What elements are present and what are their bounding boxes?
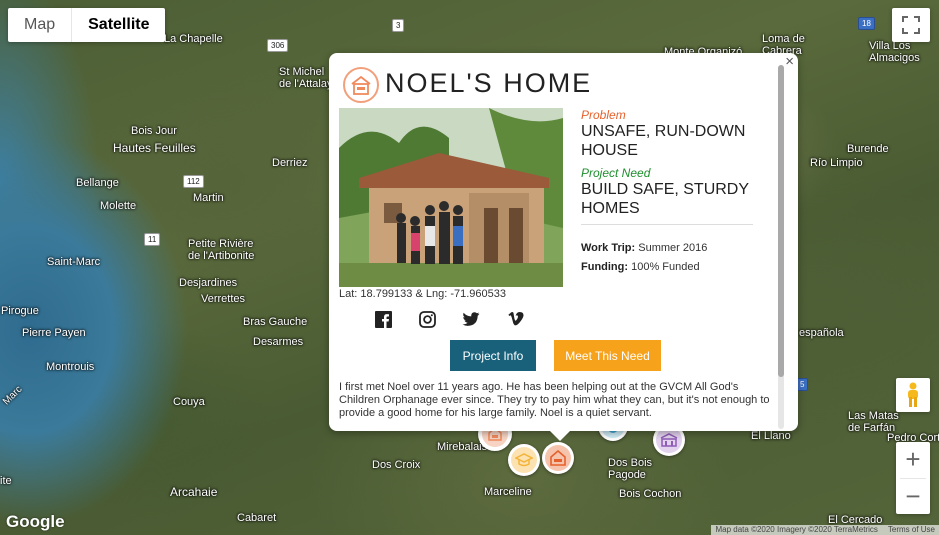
place-label-text: Villa Los Almacigos — [869, 40, 920, 64]
project-info-button[interactable]: Project Info — [450, 340, 536, 371]
social-links — [374, 310, 524, 328]
project-title: NOEL'S HOME — [385, 68, 593, 98]
project-description: I first met Noel over 11 years ago. He h… — [339, 381, 770, 419]
school-marker[interactable] — [508, 444, 540, 476]
road-shield: 18 — [858, 17, 875, 30]
place-label: Marc — [1, 383, 25, 408]
twitter-icon[interactable] — [462, 310, 480, 328]
road-shield: 112 — [183, 175, 204, 188]
divider — [581, 224, 753, 225]
need-text: BUILD SAFE, STURDY HOMES — [581, 181, 749, 217]
facebook-icon[interactable] — [374, 310, 392, 328]
place-label: Cabaret — [237, 512, 277, 524]
place-label: Bras Gauche — [243, 316, 308, 328]
place-label: Arcahaie — [170, 485, 218, 499]
road-shield: 11 — [144, 233, 161, 246]
place-label: El Llano — [751, 430, 791, 442]
place-label-text: Petite Rivière de l'Artibonite — [188, 238, 255, 262]
google-logo: Google — [6, 512, 65, 531]
map-attribution: Map data ©2020 Imagery ©2020 TerraMetric… — [711, 525, 939, 535]
zoom-in-button[interactable]: + — [896, 442, 930, 478]
zoom-control: + − — [896, 442, 930, 514]
place-label: Couya — [173, 396, 205, 408]
project-info-window: × NOEL'S HOME Lat: 18.799133 & Lng: -71.… — [329, 53, 798, 441]
vimeo-icon[interactable] — [506, 310, 524, 328]
place-label: Pirogue — [1, 305, 39, 317]
place-label: La Chapelle — [164, 33, 223, 45]
place-label-text: Dos Bois Pagode — [608, 457, 653, 481]
problem-text: UNSAFE, RUN-DOWN HOUSE — [581, 123, 746, 159]
home-icon — [343, 67, 379, 103]
work-trip-value: Summer 2016 — [638, 242, 708, 254]
place-label: Las Matas de Farfán — [848, 410, 899, 434]
place-label: Dos Croix — [372, 459, 421, 471]
fullscreen-icon — [902, 16, 920, 34]
work-trip: Work Trip: Summer 2016 — [581, 239, 753, 258]
map-button[interactable]: Map — [8, 8, 71, 42]
home-marker-active[interactable] — [542, 442, 574, 474]
home-icon — [545, 445, 571, 471]
problem-label: Problem — [581, 108, 626, 122]
place-label: Marceline — [484, 486, 532, 498]
place-label-text: Las Matas de Farfán — [848, 410, 899, 434]
map-type-control: Map Satellite — [8, 8, 166, 42]
place-label: Bellange — [76, 177, 119, 189]
place-label: Pierre Payen — [22, 327, 86, 339]
place-label: Hautes Feuilles — [113, 141, 196, 155]
place-label: Dos Bois Pagode — [608, 457, 652, 481]
map-data-attribution: Map data ©2020 Imagery ©2020 TerraMetric… — [715, 525, 878, 534]
place-label: española — [799, 327, 844, 339]
place-label: ite — [0, 475, 12, 487]
place-label: Río Limpio — [810, 157, 863, 169]
place-label: Villa Los Almacigos — [869, 40, 920, 64]
place-label: Derriez — [272, 157, 308, 169]
project-photo — [339, 108, 563, 287]
place-label: Desjardines — [179, 277, 238, 289]
place-label: Molette — [100, 200, 137, 212]
street-view-pegman[interactable] — [896, 378, 930, 412]
place-label: Bois Cochon — [619, 488, 682, 500]
work-trip-label: Work Trip: — [581, 242, 636, 254]
lat-lng: Lat: 18.799133 & Lng: -71.960533 — [339, 288, 506, 300]
pegman-icon — [908, 382, 918, 407]
scrollbar-thumb[interactable] — [778, 65, 784, 377]
place-label: Petite Rivière de l'Artibonite — [188, 238, 254, 262]
place-label: Desarmes — [253, 336, 304, 348]
instagram-icon[interactable] — [418, 310, 436, 328]
place-label: Verrettes — [201, 293, 246, 305]
place-label: Burende — [847, 143, 889, 155]
popup-scrollbar[interactable] — [778, 65, 784, 429]
terms-link[interactable]: Terms of Use — [888, 525, 935, 535]
funding: Funding: 100% Funded — [581, 258, 753, 277]
graduation-cap-icon — [511, 447, 537, 473]
project-details: Problem UNSAFE, RUN-DOWN HOUSE Project N… — [581, 108, 753, 277]
meet-this-need-button[interactable]: Meet This Need — [554, 340, 661, 371]
road-shield: 3 — [392, 19, 405, 32]
place-label: Bois Jour — [131, 125, 177, 137]
road-shield: 306 — [267, 39, 289, 52]
need-label: Project Need — [581, 166, 651, 180]
fullscreen-button[interactable] — [892, 8, 930, 42]
funding-value: 100% Funded — [631, 261, 700, 273]
place-label: Saint-Marc — [47, 256, 101, 268]
close-button[interactable]: × — [785, 54, 794, 70]
place-label: Martin — [193, 192, 224, 204]
zoom-out-button[interactable]: − — [896, 478, 930, 514]
satellite-button[interactable]: Satellite — [71, 8, 165, 42]
place-label: Montrouis — [46, 361, 95, 373]
funding-label: Funding: — [581, 261, 629, 273]
